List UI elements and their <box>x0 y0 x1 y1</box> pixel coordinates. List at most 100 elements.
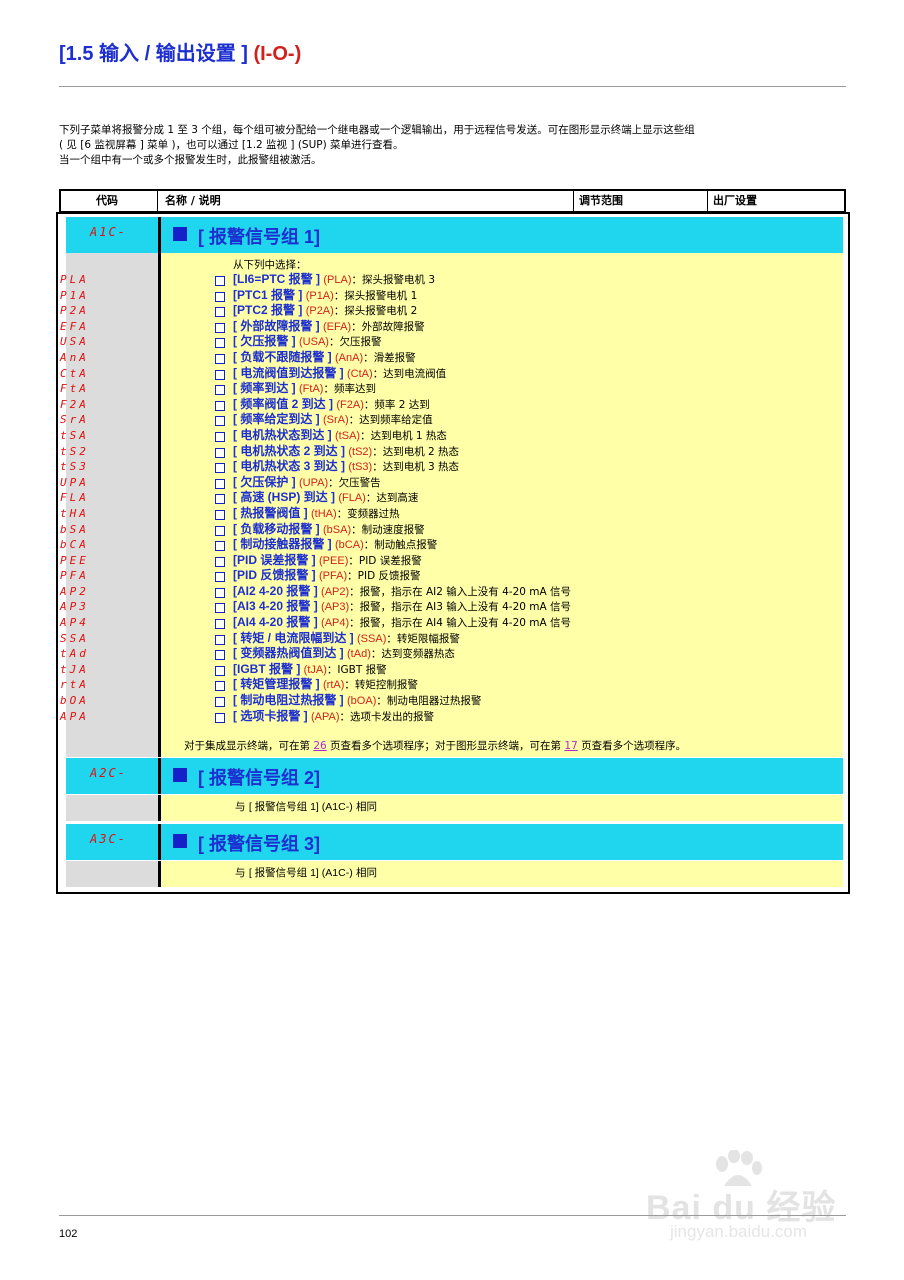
display-code: UPA <box>60 475 89 489</box>
header-divider <box>157 191 158 211</box>
note-text: 页查看多个选项程序。 <box>577 740 687 752</box>
alarm-option[interactable]: [ 频率给定到达 ] (SrA)：达到频率给定值 <box>213 412 833 428</box>
checkbox-icon[interactable] <box>215 509 225 520</box>
alarm-name: [AI4 4-20 报警 ] <box>233 615 318 630</box>
alarm-description: ：变频器过热 <box>336 507 400 520</box>
alarm-description: ：欠压报警 <box>328 336 382 349</box>
checkbox-icon[interactable] <box>215 400 225 411</box>
alarm-option[interactable]: [IGBT 报警 ] (tJA)：IGBT 报警 <box>213 662 833 678</box>
alarm-code: (P1A) <box>305 289 334 302</box>
checkbox-icon[interactable] <box>215 431 225 442</box>
alarm-code: (AP3) <box>321 601 350 614</box>
bottom-divider <box>59 1215 846 1216</box>
alarm-option[interactable]: [PID 误差报警 ] (PEE)：PID 误差报警 <box>213 553 833 569</box>
alarm-option[interactable]: [ 欠压保护 ] (UPA)：欠压警告 <box>213 475 833 491</box>
checkbox-icon[interactable] <box>215 665 225 676</box>
alarm-option[interactable]: [ 高速 (HSP) 到达 ] (FLA)：达到高速 <box>213 490 833 506</box>
alarm-option[interactable]: [ 制动接触器报警 ] (bCA)：制动触点报警 <box>213 537 833 553</box>
alarm-name: [ 频率给定到达 ] <box>233 412 320 427</box>
checkbox-icon[interactable] <box>215 276 225 286</box>
alarm-option[interactable]: [ 电机热状态 3 到达 ] (tS3)：达到电机 3 热态 <box>213 459 833 475</box>
alarm-option[interactable]: [PID 反馈报警 ] (PFA)：PID 反馈报警 <box>213 568 833 584</box>
alarm-option[interactable]: [ 频率阀值 2 到达 ] (F2A)：频率 2 达到 <box>213 397 833 413</box>
alarm-option[interactable]: [PTC2 报警 ] (P2A)：探头报警电机 2 <box>213 303 833 319</box>
alarm-code: (CtA) <box>347 367 373 380</box>
page-link-17[interactable]: 17 <box>564 740 577 752</box>
alarm-code: (F2A) <box>336 398 364 411</box>
page-number: 102 <box>59 1228 78 1240</box>
group-title: [ 报警信号组 1] <box>198 227 321 247</box>
alarm-description: ：探头报警电机 2 <box>333 305 418 318</box>
alarm-name: [ 电机热状态 3 到达 ] <box>233 459 346 474</box>
display-code: AP2 <box>60 584 89 598</box>
intro-line: 下列子菜单将报警分成 1 至 3 个组，每个组可被分配给一个继电器或一个逻辑输出… <box>59 124 695 136</box>
alarm-description: ：转矩限幅报警 <box>386 632 460 645</box>
checkbox-icon[interactable] <box>215 369 225 380</box>
alarm-name: [ 频率到达 ] <box>233 381 296 396</box>
alarm-description: ：达到高速 <box>365 492 419 505</box>
display-code: tSA <box>60 428 89 442</box>
alarm-code: (APA) <box>311 710 340 723</box>
checkbox-icon[interactable] <box>215 619 225 630</box>
alarm-name: [ 高速 (HSP) 到达 ] <box>233 490 335 505</box>
checkbox-icon[interactable] <box>215 525 225 536</box>
checkbox-icon[interactable] <box>215 291 225 302</box>
alarm-option[interactable]: [ 负载移动报警 ] (bSA)：制动速度报警 <box>213 522 833 538</box>
display-code: P2A <box>60 304 89 318</box>
checkbox-icon[interactable] <box>215 572 225 583</box>
alarm-code: (rtA) <box>323 679 345 692</box>
alarm-option[interactable]: [LI6=PTC 报警 ] (PLA)：探头报警电机 3 <box>213 272 833 288</box>
checkbox-icon[interactable] <box>215 322 225 333</box>
checkbox-icon[interactable] <box>215 650 225 661</box>
alarm-display-codes: PLA P1A P2A EFA USA AnA CtA FtA F2A SrA tSA tS2 tS3 U… <box>60 272 150 724</box>
alarm-option[interactable]: [ 选项卡报警 ] (APA)：选项卡发出的报警 <box>213 709 833 725</box>
alarm-option[interactable]: [ 变频器热阀值到达 ] (tAd)：达到变频器热态 <box>213 646 833 662</box>
alarm-list: [LI6=PTC 报警 ] (PLA)：探头报警电机 3 [PTC1 报警 ] (… <box>213 272 833 724</box>
alarm-option[interactable]: [ 电机热状态到达 ] (tSA)：达到电机 1 热态 <box>213 428 833 444</box>
checkbox-icon[interactable] <box>215 681 225 692</box>
checkbox-icon[interactable] <box>215 603 225 614</box>
checkbox-icon[interactable] <box>215 447 225 458</box>
alarm-option[interactable]: [PTC1 报警 ] (P1A)：探头报警电机 1 <box>213 288 833 304</box>
checkbox-icon[interactable] <box>215 307 225 318</box>
alarm-name: [ 电流阀值到达报警 ] <box>233 365 344 380</box>
alarm-option[interactable]: [AI3 4-20 报警 ] (AP3)：报警，指示在 AI3 输入上没有 4-… <box>213 599 833 615</box>
list-lead: 从下列中选择： <box>233 259 307 271</box>
alarm-option[interactable]: [ 负载不跟随报警 ] (AnA)：滑差报警 <box>213 350 833 366</box>
display-code: APA <box>60 709 89 723</box>
alarm-description: ：PID 误差报警 <box>348 554 422 567</box>
checkbox-icon[interactable] <box>215 541 225 552</box>
alarm-option[interactable]: [ 制动电阻过热报警 ] (bOA)：制动电阻器过热报警 <box>213 693 833 709</box>
display-code: AP3 <box>60 600 89 614</box>
display-code: PFA <box>60 569 89 583</box>
checkbox-icon[interactable] <box>215 697 225 708</box>
alarm-option[interactable]: [ 转矩管理报警 ] (rtA)：转矩控制报警 <box>213 677 833 693</box>
alarm-option[interactable]: [AI4 4-20 报警 ] (AP4)：报警，指示在 AI4 输入上没有 4-… <box>213 615 833 631</box>
alarm-name: [PTC2 报警 ] <box>233 303 303 318</box>
checkbox-icon[interactable] <box>215 338 225 349</box>
checkbox-icon[interactable] <box>215 416 225 427</box>
checkbox-icon[interactable] <box>215 587 225 598</box>
same-suffix: 相同 <box>352 801 378 813</box>
alarm-option[interactable]: [ 电流阀值到达报警 ] (CtA)：达到电流阀值 <box>213 366 833 382</box>
alarm-code: (PEE) <box>319 554 349 567</box>
checkbox-icon[interactable] <box>215 353 225 364</box>
checkbox-icon[interactable] <box>215 556 225 567</box>
checkbox-icon[interactable] <box>215 494 225 505</box>
checkbox-icon[interactable] <box>215 712 225 723</box>
display-code: tAd <box>60 647 89 661</box>
alarm-option[interactable]: [ 欠压报警 ] (USA)：欠压报警 <box>213 334 833 350</box>
checkbox-icon[interactable] <box>215 478 225 489</box>
alarm-option[interactable]: [ 电机热状态 2 到达 ] (tS2)：达到电机 2 热态 <box>213 444 833 460</box>
checkbox-icon[interactable] <box>215 385 225 396</box>
alarm-option[interactable]: [AI2 4-20 报警 ] (AP2)：报警，指示在 AI2 输入上没有 4-… <box>213 584 833 600</box>
alarm-option[interactable]: [ 热报警阀值 ] (tHA)：变频器过热 <box>213 506 833 522</box>
checkbox-icon[interactable] <box>215 463 225 474</box>
page-title: [1.5 输入 / 输出设置 ] (I-O-) <box>59 37 301 66</box>
checkbox-icon[interactable] <box>215 634 225 645</box>
alarm-option[interactable]: [ 频率到达 ] (FtA)：频率达到 <box>213 381 833 397</box>
alarm-option[interactable]: [ 外部故障报警 ] (EFA)：外部故障报警 <box>213 319 833 335</box>
option-note: 对于集成显示终端，可在第 26 页查看多个选项程序；对于图形显示终端，可在第 1… <box>184 738 686 753</box>
page-link-26[interactable]: 26 <box>313 740 326 752</box>
alarm-option[interactable]: [ 转矩 / 电流限幅到达 ] (SSA)：转矩限幅报警 <box>213 631 833 647</box>
